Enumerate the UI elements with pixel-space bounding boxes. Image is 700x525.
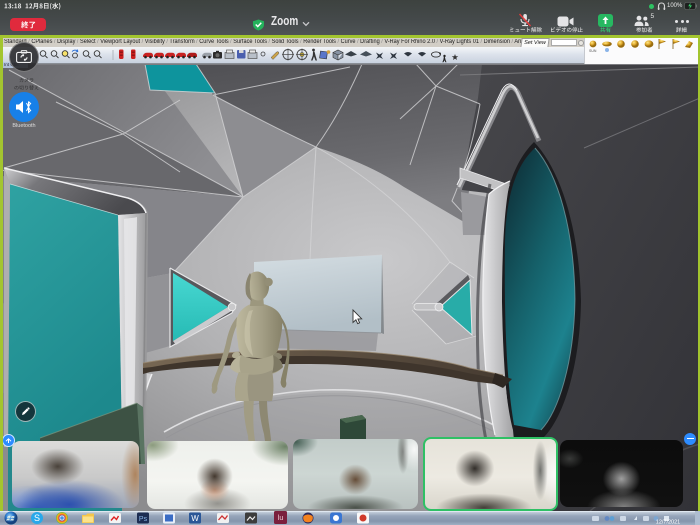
svg-text:SUN: SUN [589,49,597,53]
svg-text:Ps: Ps [139,516,148,523]
svg-text:S: S [34,513,40,523]
svg-text:lu: lu [278,515,284,522]
svg-text:12/7/2021: 12/7/2021 [656,520,680,525]
svg-text:W: W [191,514,199,523]
